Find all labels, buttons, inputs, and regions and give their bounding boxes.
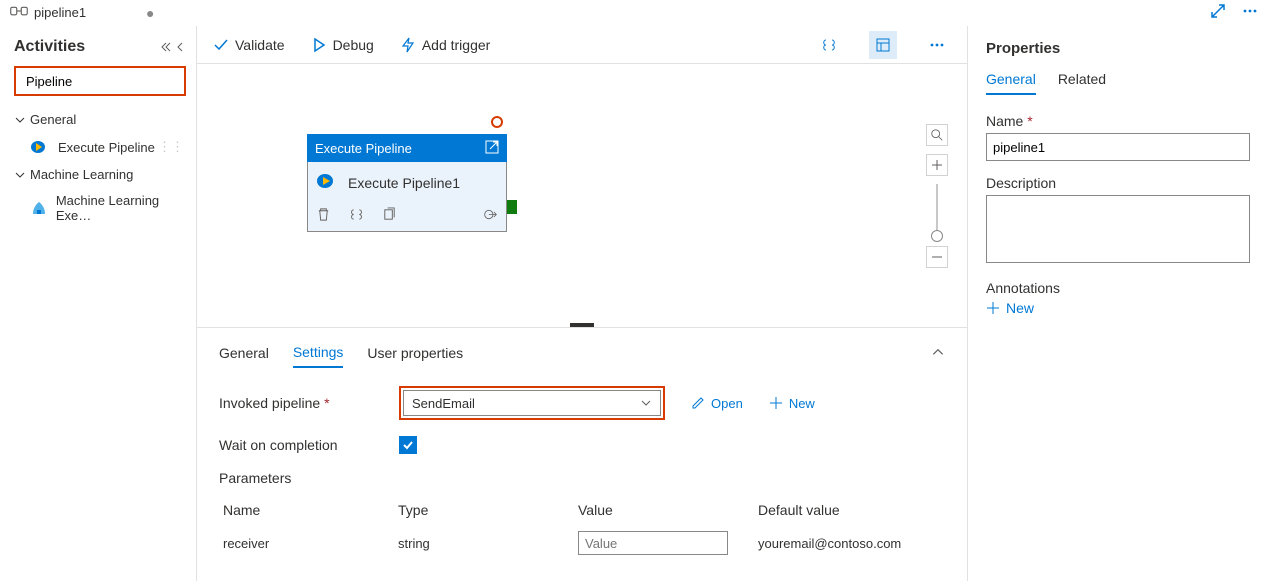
activity-label: Execute Pipeline <box>58 140 155 155</box>
execute-pipeline-icon <box>30 138 52 156</box>
fit-to-screen-button[interactable] <box>926 124 948 146</box>
activity-node[interactable]: Execute Pipeline Execute Pipeline1 <box>307 134 507 232</box>
validate-button[interactable]: Validate <box>213 37 285 53</box>
parameters-table: Name Type Value Default value receiver s… <box>219 496 945 561</box>
check-icon <box>213 37 229 53</box>
code-view-button[interactable] <box>815 31 843 59</box>
zoom-in-button[interactable] <box>926 154 948 176</box>
properties-toggle-button[interactable] <box>869 31 897 59</box>
properties-tab-general[interactable]: General <box>986 71 1036 95</box>
activity-label: Machine Learning Exe… <box>56 193 184 223</box>
pipeline-description-input[interactable] <box>986 195 1250 263</box>
pipeline-canvas[interactable]: Execute Pipeline Execute Pipeline1 <box>197 64 967 327</box>
delete-activity-button[interactable] <box>316 207 331 225</box>
annotations-label: Annotations <box>986 280 1250 296</box>
tab-user-properties[interactable]: User properties <box>367 339 463 367</box>
activities-search[interactable] <box>14 66 186 96</box>
activity-settings-panel: General Settings User properties Invoked… <box>197 327 967 581</box>
drag-grip-icon: ⋮⋮ <box>158 139 184 155</box>
param-name: receiver <box>223 536 398 551</box>
collapse-panel-button[interactable] <box>931 345 945 362</box>
invoked-pipeline-select[interactable]: SendEmail <box>403 390 661 416</box>
toolbar-more-button[interactable] <box>923 31 951 59</box>
category-machine-learning[interactable]: Machine Learning <box>14 161 186 188</box>
new-annotation-button[interactable]: New <box>986 300 1250 316</box>
tab-general[interactable]: General <box>219 339 269 367</box>
tab-settings[interactable]: Settings <box>293 338 344 368</box>
node-success-port[interactable] <box>507 200 517 214</box>
edit-icon <box>691 396 705 410</box>
pipeline-icon <box>10 4 28 22</box>
activities-search-input[interactable] <box>26 74 202 89</box>
col-default: Default value <box>758 502 941 518</box>
chevron-down-icon <box>14 169 26 181</box>
node-type-label: Execute Pipeline <box>315 141 412 156</box>
tab-dirty-indicator: ● <box>146 5 154 21</box>
wait-on-completion-checkbox[interactable] <box>399 436 417 454</box>
add-trigger-button[interactable]: Add trigger <box>400 37 490 53</box>
properties-tab-related[interactable]: Related <box>1058 71 1106 95</box>
param-type: string <box>398 536 578 551</box>
execute-pipeline-icon <box>316 172 340 193</box>
table-row: receiver string youremail@contoso.com <box>219 525 945 561</box>
zoom-slider-handle[interactable] <box>931 230 943 242</box>
zoom-out-button[interactable] <box>926 246 948 268</box>
activities-sidebar: Activities General Execute Pipeline ⋮⋮ M… <box>0 26 197 581</box>
wait-on-completion-label: Wait on completion <box>219 437 399 453</box>
name-label: Name * <box>986 113 1250 129</box>
chevron-down-icon <box>14 114 26 126</box>
col-value: Value <box>578 502 758 518</box>
tab-more-button[interactable] <box>1242 3 1258 22</box>
chevron-down-icon <box>640 397 652 409</box>
open-pipeline-button[interactable]: Open <box>691 396 743 411</box>
panel-resize-handle[interactable] <box>570 323 594 327</box>
zoom-slider-track[interactable] <box>936 184 938 238</box>
check-icon <box>402 439 414 451</box>
activity-code-button[interactable] <box>349 207 364 225</box>
properties-panel: Properties General Related Name * Descri… <box>968 26 1268 581</box>
category-label: General <box>30 112 76 127</box>
invoked-pipeline-label: Invoked pipeline * <box>219 395 399 411</box>
node-validation-indicator <box>491 116 503 128</box>
param-default: youremail@contoso.com <box>758 536 941 551</box>
param-value-input[interactable] <box>578 531 728 555</box>
col-type: Type <box>398 502 578 518</box>
col-name: Name <box>223 502 398 518</box>
activity-execute-pipeline[interactable]: Execute Pipeline ⋮⋮ <box>14 133 186 161</box>
sidebar-collapse-button[interactable] <box>160 41 186 53</box>
description-label: Description <box>986 175 1250 191</box>
plus-icon <box>986 301 1000 315</box>
plus-icon <box>769 396 783 410</box>
activities-heading: Activities <box>14 38 85 56</box>
tab-title: pipeline1 <box>34 5 86 20</box>
category-general[interactable]: General <box>14 106 186 133</box>
ml-icon <box>30 199 50 217</box>
zoom-controls <box>925 124 949 268</box>
properties-heading: Properties <box>986 40 1250 57</box>
expand-button[interactable] <box>1210 3 1226 22</box>
new-pipeline-button[interactable]: New <box>769 396 815 411</box>
pipeline-toolbar: Validate Debug Add trigger <box>197 26 967 64</box>
open-activity-icon[interactable] <box>485 140 499 157</box>
trigger-icon <box>400 37 416 53</box>
activity-output-button[interactable] <box>483 207 498 225</box>
play-icon <box>311 37 327 53</box>
debug-button[interactable]: Debug <box>311 37 374 53</box>
pipeline-name-input[interactable] <box>986 133 1250 161</box>
category-label: Machine Learning <box>30 167 133 182</box>
clone-activity-button[interactable] <box>382 207 397 225</box>
parameters-heading: Parameters <box>219 470 945 486</box>
activity-ml-execute[interactable]: Machine Learning Exe… <box>14 188 186 228</box>
node-name: Execute Pipeline1 <box>348 175 460 191</box>
